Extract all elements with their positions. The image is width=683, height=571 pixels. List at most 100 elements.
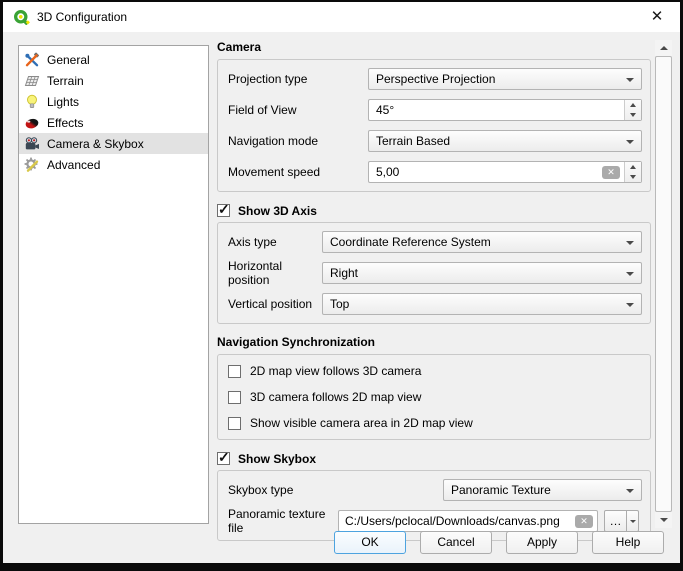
browse-dropdown-button[interactable] bbox=[627, 510, 639, 532]
spin-buttons[interactable] bbox=[624, 162, 641, 182]
sidebar-item-camera-skybox[interactable]: Camera & Skybox bbox=[19, 133, 208, 154]
show-skybox-checkbox[interactable] bbox=[217, 452, 230, 465]
spin-down-icon[interactable] bbox=[625, 172, 641, 182]
camera-groupbox: Projection type Perspective Projection F… bbox=[217, 59, 651, 192]
sidebar-item-label: Effects bbox=[47, 116, 83, 130]
vertical-position-dropdown[interactable]: Top bbox=[322, 293, 642, 315]
3d-follows-2d-label: 3D camera follows 2D map view bbox=[250, 390, 421, 404]
spin-up-icon[interactable] bbox=[625, 162, 641, 172]
skybox-type-dropdown[interactable]: Panoramic Texture bbox=[443, 479, 642, 501]
sidebar-item-effects[interactable]: Effects bbox=[19, 112, 208, 133]
navigation-mode-value: Terrain Based bbox=[376, 134, 450, 148]
chevron-down-icon bbox=[626, 140, 634, 144]
clear-field-icon[interactable] bbox=[575, 515, 593, 528]
skybox-type-value: Panoramic Texture bbox=[451, 483, 551, 497]
title-bar: 3D Configuration ✕ bbox=[3, 2, 680, 32]
dialog-button-box: OK Cancel Apply Help bbox=[334, 531, 664, 554]
navigation-mode-row: Navigation mode Terrain Based bbox=[228, 130, 642, 152]
gear-wrench-icon bbox=[23, 157, 41, 173]
panoramic-texture-row: Panoramic texture file C:/Users/pclocal/… bbox=[228, 510, 642, 532]
lightbulb-icon bbox=[23, 94, 41, 110]
axis-groupbox: Axis type Coordinate Reference System Ho… bbox=[217, 222, 651, 324]
3d-follows-2d-checkbox[interactable] bbox=[228, 391, 241, 404]
field-of-view-row: Field of View 45° bbox=[228, 99, 642, 121]
show-camera-area-checkbox[interactable] bbox=[228, 417, 241, 430]
scrollbar-thumb[interactable] bbox=[655, 56, 672, 512]
sidebar-item-label: Lights bbox=[47, 95, 79, 109]
sidebar-item-lights[interactable]: Lights bbox=[19, 91, 208, 112]
sidebar-item-advanced[interactable]: Advanced bbox=[19, 154, 208, 175]
2d-follows-3d-label: 2D map view follows 3D camera bbox=[250, 364, 421, 378]
file-browse-control: … bbox=[604, 510, 639, 532]
scroll-down-icon[interactable] bbox=[655, 512, 672, 528]
projection-type-row: Projection type Perspective Projection bbox=[228, 68, 642, 90]
dialog-body: General Terrain Lights bbox=[3, 32, 680, 563]
projection-type-label: Projection type bbox=[228, 72, 368, 86]
qgis-logo-icon bbox=[13, 9, 30, 26]
panoramic-texture-value: C:/Users/pclocal/Downloads/canvas.png bbox=[339, 514, 575, 528]
horizontal-position-value: Right bbox=[330, 266, 358, 280]
sidebar-item-label: Advanced bbox=[47, 158, 100, 172]
settings-panel: Camera Projection type Perspective Proje… bbox=[217, 40, 651, 541]
show-3d-axis-label: Show 3D Axis bbox=[238, 204, 317, 218]
horizontal-position-row: Horizontal position Right bbox=[228, 262, 642, 284]
vertical-scrollbar[interactable] bbox=[655, 40, 672, 528]
movement-speed-spinbox[interactable]: 5,00 bbox=[368, 161, 642, 183]
settings-category-list: General Terrain Lights bbox=[18, 45, 209, 524]
chevron-down-icon bbox=[626, 272, 634, 276]
sidebar-item-terrain[interactable]: Terrain bbox=[19, 70, 208, 91]
projection-type-dropdown[interactable]: Perspective Projection bbox=[368, 68, 642, 90]
show-camera-area-row: Show visible camera area in 2D map view bbox=[228, 415, 642, 431]
sidebar-item-label: Terrain bbox=[47, 74, 84, 88]
scroll-up-icon[interactable] bbox=[655, 40, 672, 56]
spin-down-icon[interactable] bbox=[625, 110, 641, 120]
cancel-button[interactable]: Cancel bbox=[420, 531, 492, 554]
chevron-down-icon bbox=[626, 303, 634, 307]
field-of-view-spinbox[interactable]: 45° bbox=[368, 99, 642, 121]
skybox-type-label: Skybox type bbox=[228, 483, 443, 497]
navigation-mode-dropdown[interactable]: Terrain Based bbox=[368, 130, 642, 152]
movement-speed-row: Movement speed 5,00 bbox=[228, 161, 642, 183]
show-3d-axis-checkbox[interactable] bbox=[217, 204, 230, 217]
panoramic-texture-label: Panoramic texture file bbox=[228, 507, 338, 535]
skybox-type-row: Skybox type Panoramic Texture bbox=[228, 479, 642, 501]
close-icon[interactable]: ✕ bbox=[644, 4, 670, 30]
clear-field-icon[interactable] bbox=[602, 166, 620, 179]
movie-camera-icon bbox=[23, 136, 41, 152]
browse-button[interactable]: … bbox=[604, 510, 627, 532]
vertical-position-value: Top bbox=[330, 297, 349, 311]
navigation-mode-label: Navigation mode bbox=[228, 134, 368, 148]
sidebar-item-general[interactable]: General bbox=[19, 49, 208, 70]
field-of-view-label: Field of View bbox=[228, 103, 368, 117]
panoramic-texture-input[interactable]: C:/Users/pclocal/Downloads/canvas.png bbox=[338, 510, 598, 532]
horizontal-position-dropdown[interactable]: Right bbox=[322, 262, 642, 284]
ok-button[interactable]: OK bbox=[334, 531, 406, 554]
camera-section-title: Camera bbox=[217, 40, 651, 55]
show-3d-axis-header: Show 3D Axis bbox=[217, 203, 651, 218]
chevron-down-icon bbox=[630, 520, 636, 523]
vertical-position-row: Vertical position Top bbox=[228, 293, 642, 315]
crossed-tools-icon bbox=[23, 52, 41, 68]
terrain-grid-icon bbox=[23, 73, 41, 89]
nav-sync-groupbox: 2D map view follows 3D camera 3D camera … bbox=[217, 354, 651, 440]
2d-follows-3d-row: 2D map view follows 3D camera bbox=[228, 363, 642, 379]
2d-follows-3d-checkbox[interactable] bbox=[228, 365, 241, 378]
horizontal-position-label: Horizontal position bbox=[228, 259, 322, 287]
show-camera-area-label: Show visible camera area in 2D map view bbox=[250, 416, 473, 430]
chevron-down-icon bbox=[626, 241, 634, 245]
chevron-down-icon bbox=[626, 78, 634, 82]
help-button[interactable]: Help bbox=[592, 531, 664, 554]
3d-configuration-dialog: 3D Configuration ✕ General bbox=[0, 0, 683, 571]
movement-speed-label: Movement speed bbox=[228, 165, 368, 179]
spin-buttons[interactable] bbox=[624, 100, 641, 120]
window-title: 3D Configuration bbox=[37, 10, 644, 24]
apply-button[interactable]: Apply bbox=[506, 531, 578, 554]
movement-speed-value: 5,00 bbox=[369, 165, 602, 179]
chevron-down-icon bbox=[626, 489, 634, 493]
axis-type-value: Coordinate Reference System bbox=[330, 235, 491, 249]
field-of-view-value: 45° bbox=[369, 103, 624, 117]
axis-type-dropdown[interactable]: Coordinate Reference System bbox=[322, 231, 642, 253]
glossy-sphere-icon bbox=[23, 115, 41, 131]
spin-up-icon[interactable] bbox=[625, 100, 641, 110]
axis-type-row: Axis type Coordinate Reference System bbox=[228, 231, 642, 253]
